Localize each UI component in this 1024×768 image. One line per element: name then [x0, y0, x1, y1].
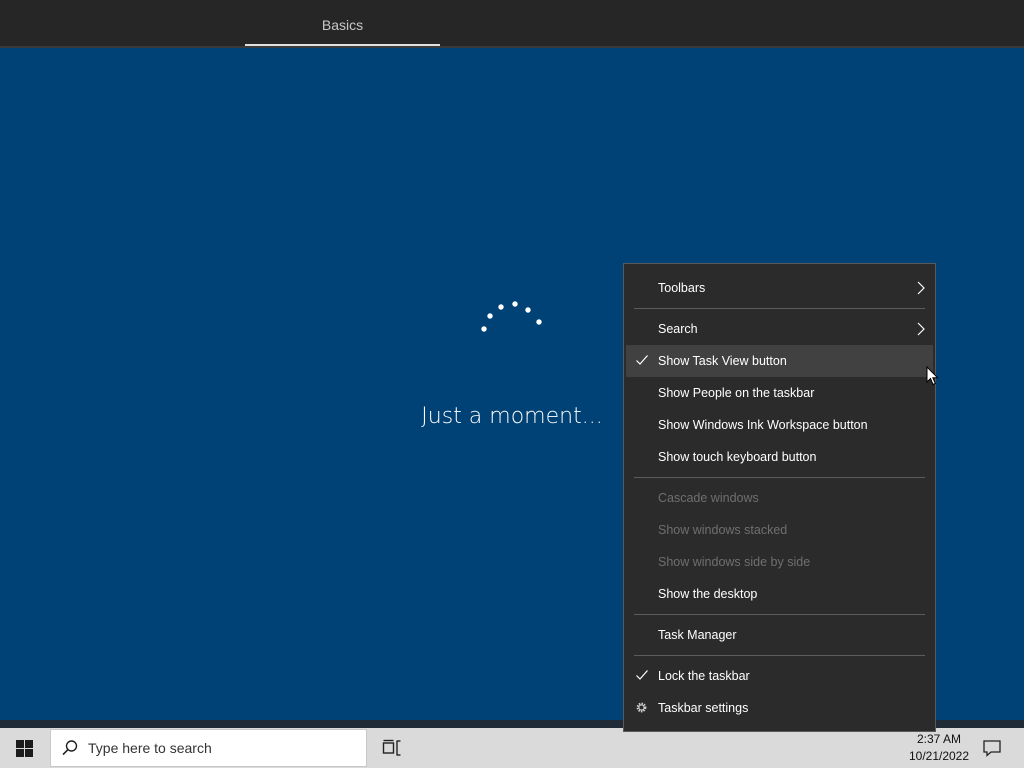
taskbar: Type here to search 2:37 AM 10/21/2022 — [0, 728, 1024, 768]
menu-separator — [634, 614, 925, 615]
menu-item-show-task-view-button[interactable]: Show Task View button — [626, 345, 933, 377]
checkmark-icon — [636, 670, 648, 680]
menu-item-show-ink-workspace[interactable]: Show Windows Ink Workspace button — [626, 409, 933, 441]
menu-item-taskbar-settings[interactable]: Taskbar settings — [626, 692, 933, 724]
search-icon — [62, 740, 78, 756]
menu-separator — [634, 655, 925, 656]
clock-time: 2:37 AM — [916, 732, 962, 746]
start-button[interactable] — [0, 728, 48, 768]
menu-item-show-touch-keyboard[interactable]: Show touch keyboard button — [626, 441, 933, 473]
menu-separator — [634, 477, 925, 478]
chevron-right-icon — [917, 281, 925, 295]
task-view-button[interactable] — [372, 728, 412, 768]
notification-icon — [983, 740, 1001, 757]
oobe-header: Basics — [0, 0, 1024, 46]
menu-item-windows-stacked: Show windows stacked — [658, 523, 788, 537]
menu-item-lock-taskbar[interactable]: Lock the taskbar — [626, 660, 933, 692]
taskbar-context-menu: Toolbars Search Show Task View button Sh… — [623, 263, 936, 732]
menu-item-search[interactable]: Search — [626, 313, 933, 345]
system-clock[interactable]: 2:37 AM 10/21/2022 — [905, 731, 973, 765]
search-placeholder: Type here to search — [88, 740, 212, 756]
menu-item-toolbars[interactable]: Toolbars — [626, 272, 933, 304]
tab-basics[interactable]: Basics — [245, 0, 440, 46]
task-view-icon — [382, 739, 401, 756]
menu-item-cascade-windows: Cascade windows — [658, 491, 759, 505]
chevron-right-icon — [917, 322, 925, 336]
mouse-cursor-icon — [926, 366, 939, 386]
windows-logo-icon — [15, 739, 33, 757]
checkmark-icon — [636, 355, 648, 365]
menu-item-show-desktop[interactable]: Show the desktop — [626, 578, 933, 610]
menu-item-windows-side-by-side: Show windows side by side — [658, 555, 811, 569]
menu-separator — [634, 308, 925, 309]
menu-item-task-manager[interactable]: Task Manager — [626, 619, 933, 651]
taskbar-search-box[interactable]: Type here to search — [50, 729, 367, 767]
gear-icon — [636, 702, 647, 713]
menu-item-show-people[interactable]: Show People on the taskbar — [626, 377, 933, 409]
clock-date: 10/21/2022 — [908, 749, 970, 763]
action-center-button[interactable] — [980, 728, 1004, 768]
